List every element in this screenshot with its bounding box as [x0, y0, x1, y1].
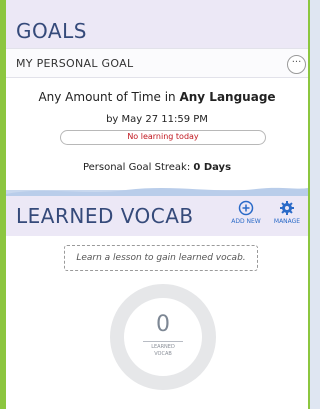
streak-prefix: Personal Goal Streak: [82, 162, 194, 173]
empty-vocab-message: Learn a lesson to gain learned vocab. [64, 245, 258, 271]
goal-description: Any Amount of Time in Any Language [6, 90, 308, 104]
goals-header: GOALS [6, 0, 308, 48]
learned-vocab-count: 0 [156, 312, 170, 337]
goal-prefix: Any Amount of Time in [38, 90, 180, 104]
learned-vocab-ring [110, 284, 216, 390]
manage-label: MANAGE [273, 218, 301, 225]
progress-status: No learning today [127, 132, 199, 141]
plus-circle-icon [226, 200, 266, 218]
ellipsis-icon: ··· [291, 57, 302, 68]
goal-progress-bar: No learning today [60, 130, 266, 145]
goal-streak: Personal Goal Streak: 0 Days [6, 162, 308, 173]
add-new-button[interactable]: ADD NEW [226, 200, 266, 225]
personal-goal-label: MY PERSONAL GOAL [16, 57, 134, 70]
goal-language: Any Language [179, 90, 276, 104]
count-label-line2: VOCAB [154, 351, 172, 357]
count-divider [143, 341, 183, 342]
learned-vocab-count-label: LEARNED VOCAB [109, 344, 217, 358]
add-new-label: ADD NEW [231, 218, 261, 225]
learned-vocab-title: LEARNED VOCAB [16, 204, 194, 228]
gear-icon [268, 200, 306, 218]
goals-title: GOALS [16, 19, 87, 43]
count-label-line1: LEARNED [151, 344, 175, 350]
more-options-button[interactable]: ··· [287, 55, 306, 74]
manage-button[interactable]: MANAGE [268, 200, 306, 225]
goal-deadline: by May 27 11:59 PM [106, 114, 208, 125]
personal-goal-row: MY PERSONAL GOAL ··· [6, 48, 308, 78]
learned-vocab-header: LEARNED VOCAB ADD NEW MANAGE [6, 196, 308, 236]
streak-value: 0 Days [193, 162, 232, 173]
